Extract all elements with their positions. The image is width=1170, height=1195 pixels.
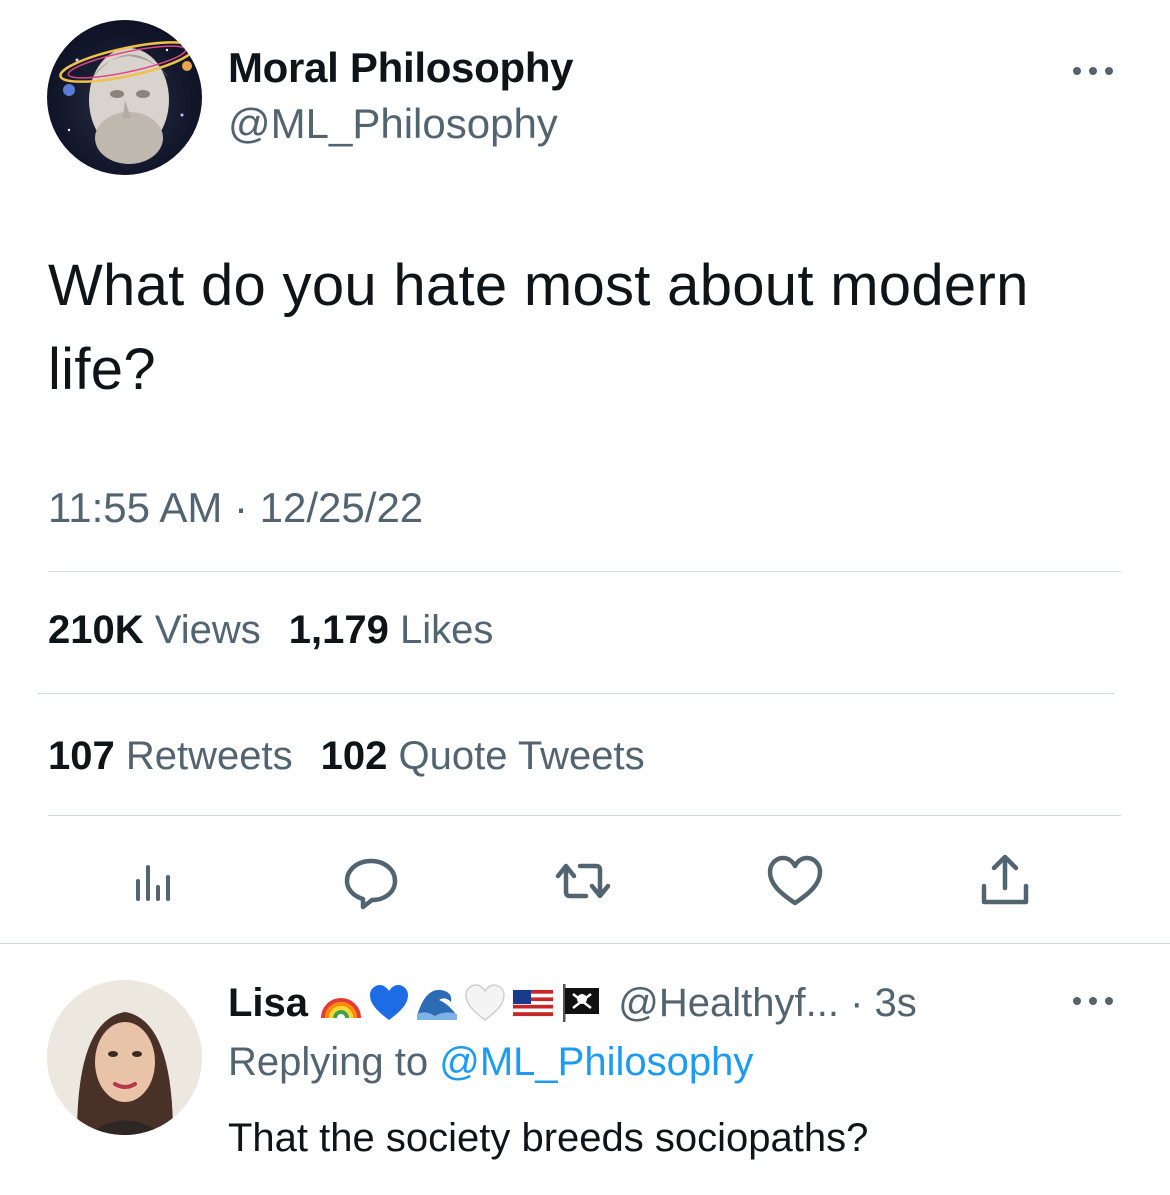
reply-time: · 3s	[838, 981, 917, 1025]
share-button[interactable]	[970, 846, 1040, 916]
divider	[48, 571, 1121, 572]
quotes-label: Quote Tweets	[398, 734, 645, 778]
likes-count: 1,179	[288, 608, 389, 652]
reply-author-name[interactable]: Lisa	[228, 981, 308, 1025]
views-label: Views	[154, 608, 261, 652]
meta-separator: ·	[222, 484, 260, 531]
likes-stat[interactable]: 1,179 Likes	[289, 608, 494, 653]
like-button[interactable]	[760, 846, 830, 916]
replying-to-mention[interactable]: @ML_Philosophy	[439, 1040, 753, 1084]
statue-avatar-image	[59, 41, 195, 164]
retweet-icon	[555, 863, 611, 899]
rainbow-icon	[321, 998, 362, 1019]
analytics-button[interactable]	[117, 846, 187, 916]
tweet-date: 12/25/22	[259, 484, 424, 531]
pirate-flag-icon	[563, 984, 600, 1022]
views-stat[interactable]: 210K Views	[48, 608, 261, 653]
author-handle[interactable]: @ML_Philosophy	[228, 100, 558, 148]
tweet-time: 11:55 AM	[48, 484, 223, 531]
reply-avatar[interactable]	[47, 980, 202, 1135]
blue-heart-icon	[370, 985, 409, 1020]
author-name[interactable]: Moral Philosophy	[228, 44, 574, 92]
reply-icon	[344, 858, 398, 910]
replying-to-prefix: Replying to	[228, 1040, 440, 1084]
reply-author-handle[interactable]: @Healthyf...	[618, 981, 839, 1025]
retweets-label: Retweets	[125, 734, 293, 778]
reply-more-options-icon[interactable]	[1068, 986, 1118, 1016]
tweet-text: What do you hate most about modern life?	[48, 253, 1029, 402]
divider	[0, 943, 1170, 944]
views-count: 210K	[48, 608, 144, 652]
divider	[48, 815, 1121, 816]
person-avatar-image	[47, 980, 202, 1135]
more-options-icon[interactable]	[1068, 56, 1118, 86]
stats-row-retweets-quotes: 107 Retweets 102 Quote Tweets	[48, 734, 673, 779]
white-heart-icon	[465, 984, 505, 1021]
tweet-timestamp[interactable]: 11:55 AM · 12/25/22	[48, 484, 423, 532]
reply-header: Lisa @Healthyf... · 3s	[228, 980, 917, 1026]
author-avatar[interactable]	[47, 20, 202, 175]
quote-tweets-stat[interactable]: 102 Quote Tweets	[321, 734, 645, 779]
quotes-count: 102	[320, 734, 388, 778]
retweet-button[interactable]	[548, 846, 618, 916]
divider	[38, 693, 1114, 694]
retweets-stat[interactable]: 107 Retweets	[48, 734, 293, 779]
retweets-count: 107	[48, 734, 115, 778]
like-icon	[767, 855, 823, 906]
likes-label: Likes	[399, 608, 494, 652]
stats-row-views-likes: 210K Views 1,179 Likes	[48, 608, 521, 653]
replying-to: Replying to @ML_Philosophy	[228, 1040, 753, 1085]
us-flag-icon	[512, 989, 554, 1017]
share-icon	[981, 854, 1029, 905]
reply-text: That the society breeds sociopaths?	[228, 1116, 869, 1160]
reply-button[interactable]	[336, 846, 406, 916]
wave-icon	[417, 989, 458, 1020]
analytics-icon	[136, 865, 170, 901]
